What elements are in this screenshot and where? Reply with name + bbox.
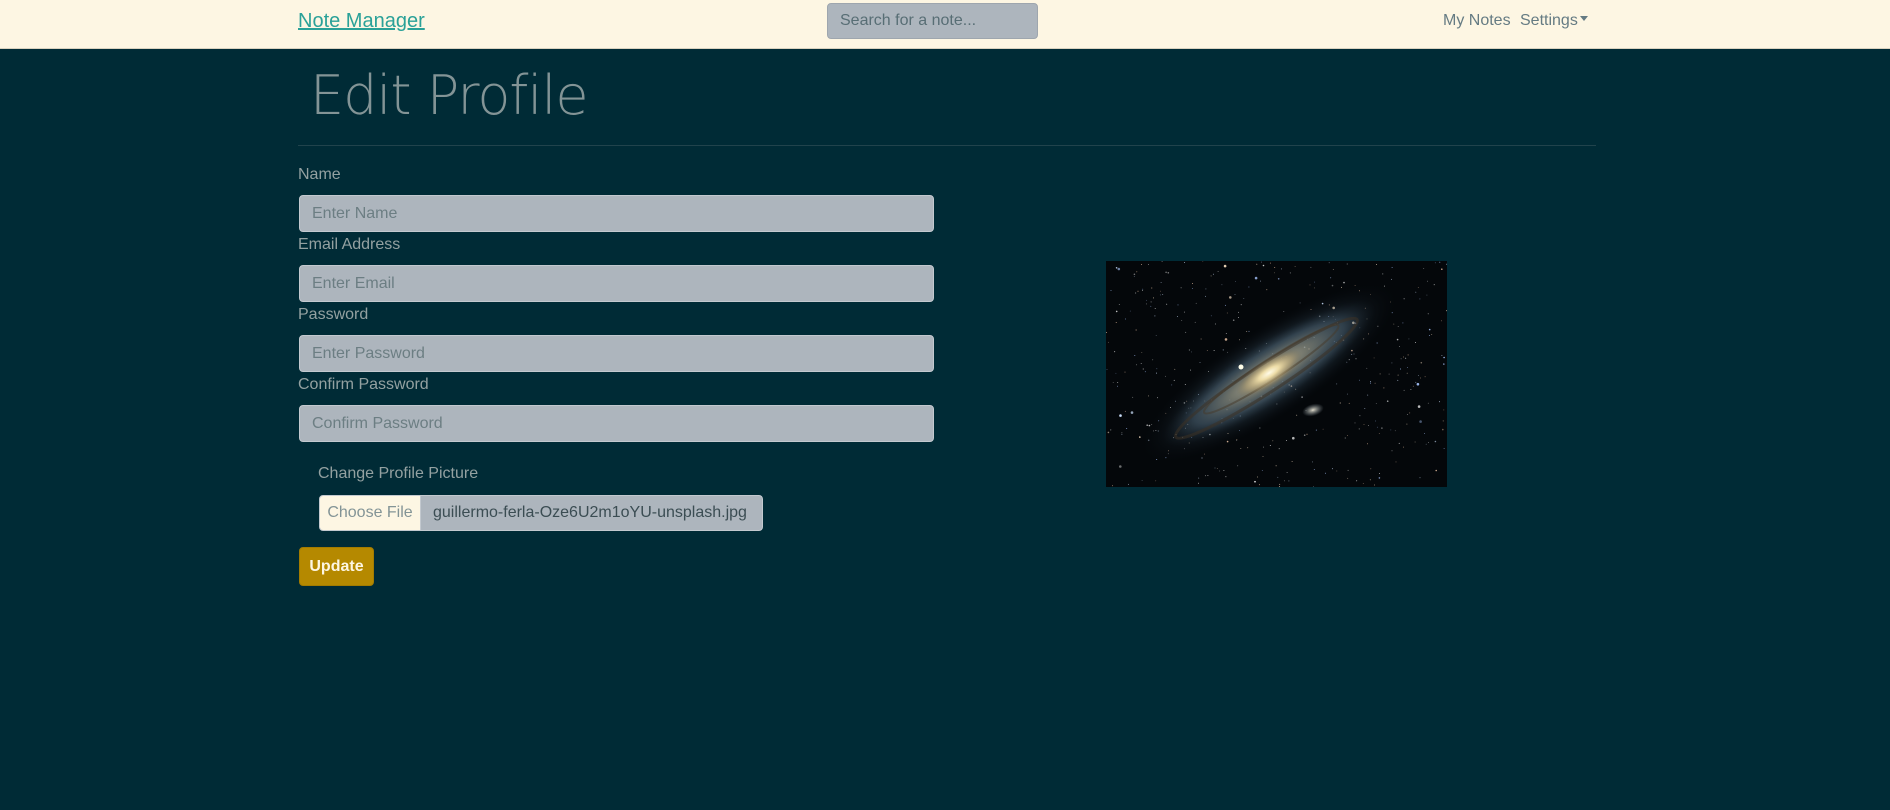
brand-link[interactable]: Note Manager <box>298 10 425 32</box>
email-label: Email Address <box>298 236 401 253</box>
navbar: Note Manager My Notes Settings <box>0 0 1890 49</box>
settings-label: Settings <box>1520 12 1578 29</box>
profile-picture-image <box>1106 261 1447 487</box>
profile-picture-label: Change Profile Picture <box>318 465 479 482</box>
caret-down-icon <box>1579 16 1588 22</box>
email-input[interactable] <box>299 265 934 302</box>
confirm-password-label: Confirm Password <box>298 376 429 393</box>
confirm-password-input[interactable] <box>299 405 934 442</box>
galaxy-image <box>1106 261 1447 487</box>
search-input[interactable] <box>827 3 1038 39</box>
name-input[interactable] <box>299 195 934 232</box>
password-label: Password <box>298 306 369 323</box>
choose-file-button[interactable]: Choose File <box>320 496 421 530</box>
profile-picture-file-input[interactable]: Choose File guillermo-ferla-Oze6U2m1oYU-… <box>319 495 763 531</box>
settings-dropdown[interactable]: Settings <box>1520 12 1588 30</box>
update-button[interactable]: Update <box>299 547 374 586</box>
password-input[interactable] <box>299 335 934 372</box>
name-label: Name <box>298 166 341 183</box>
selected-file-name: guillermo-ferla-Oze6U2m1oYU-unsplash.jpg <box>433 504 747 521</box>
page-title: Edit Profile <box>310 64 589 127</box>
nav-link-my-notes[interactable]: My Notes <box>1443 12 1511 30</box>
divider <box>298 145 1596 146</box>
